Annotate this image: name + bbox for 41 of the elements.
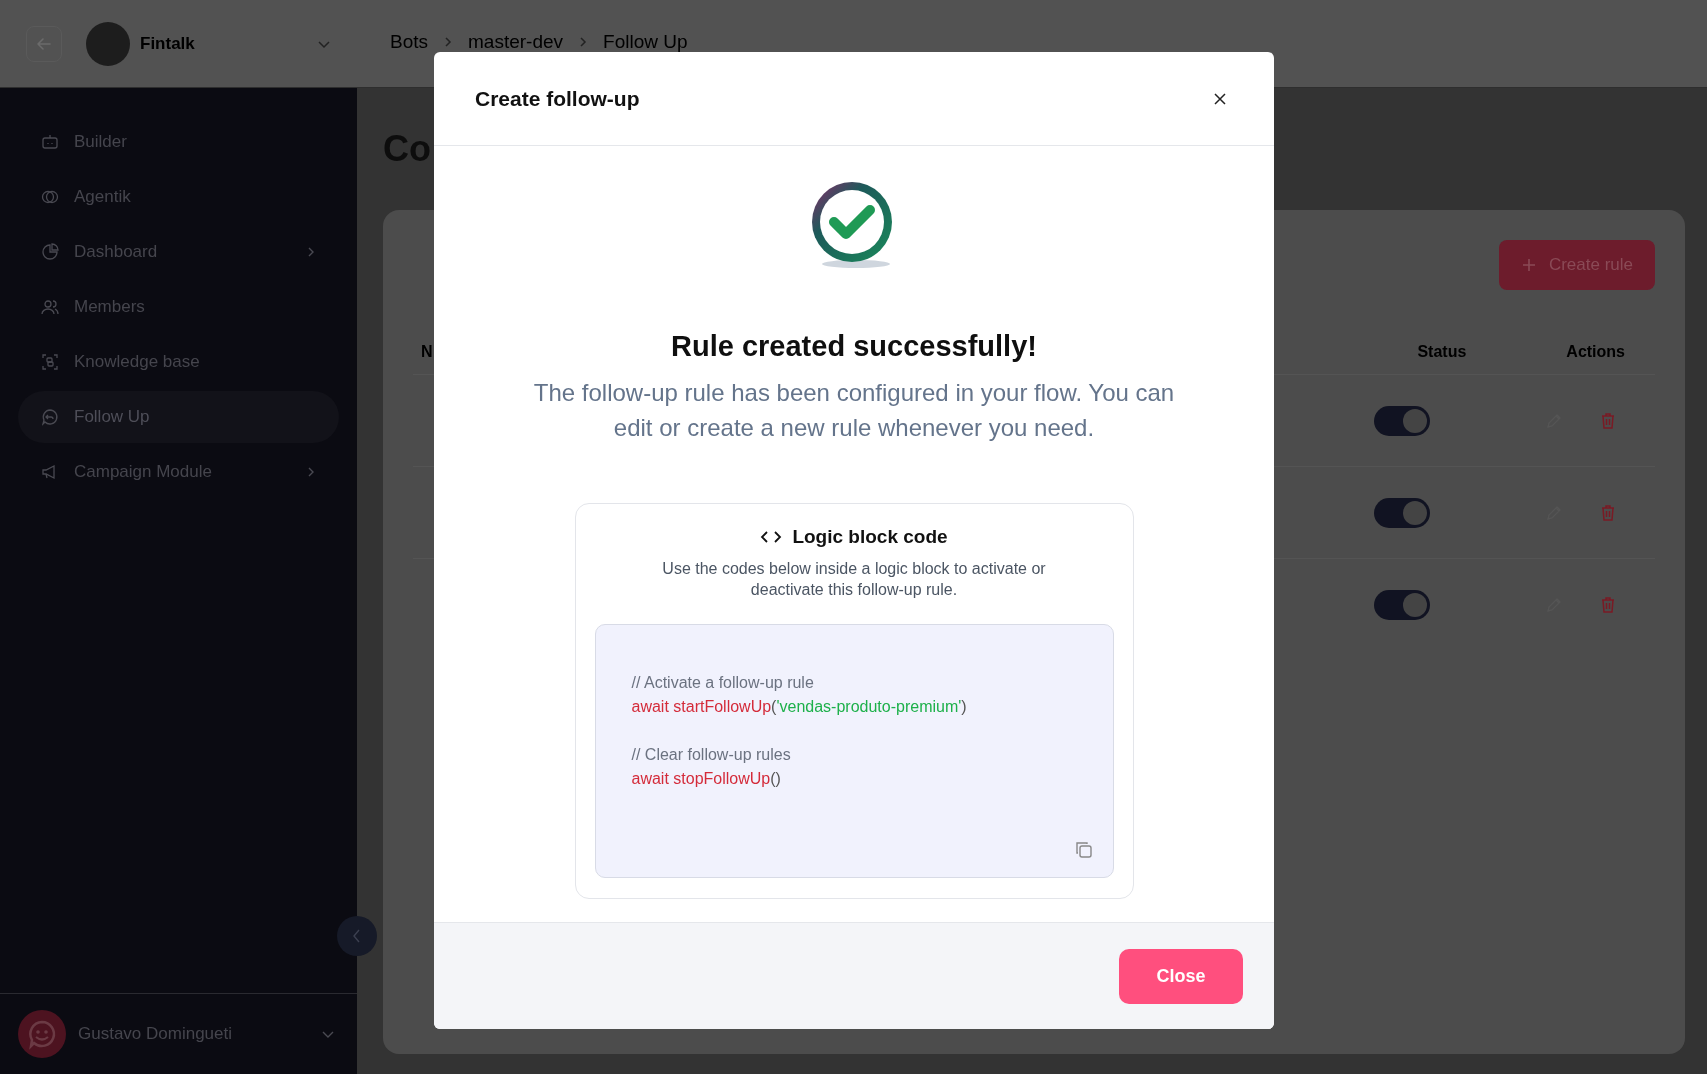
- robot-icon: [40, 132, 60, 152]
- back-button[interactable]: [26, 25, 62, 62]
- code-line: await stopFollowUp(): [631, 769, 782, 789]
- sidebar-item[interactable]: Knowledge base: [18, 336, 339, 388]
- workspace-selector[interactable]: Fintalk: [86, 21, 332, 66]
- sidebar-item[interactable]: Campaign Module: [18, 446, 339, 498]
- breadcrumb-link[interactable]: Bots: [390, 30, 429, 53]
- code-card-title: Logic block code: [792, 526, 948, 548]
- code-comment: // Activate a follow-up rule: [631, 673, 815, 693]
- column-header: N: [421, 343, 433, 361]
- user-menu[interactable]: Gustavo Domingueti: [0, 993, 357, 1074]
- breadcrumb-link[interactable]: master-dev: [468, 30, 564, 53]
- collapse-sidebar-button[interactable]: [337, 916, 377, 956]
- chat-bubble-icon: [40, 407, 60, 427]
- code-card-description: Use the codes below inside a logic block to activate or deactivate this follow-up rule.: [661, 559, 1047, 600]
- sidebar-item[interactable]: Follow Up: [18, 391, 339, 443]
- chat-logo-icon: [18, 1010, 66, 1058]
- column-header: Status: [1417, 343, 1467, 361]
- status-toggle[interactable]: [1374, 497, 1430, 528]
- sidebar-item[interactable]: Dashboard: [18, 226, 339, 278]
- code-comment: // Clear follow-up rules: [631, 745, 792, 765]
- status-toggle[interactable]: [1374, 589, 1430, 620]
- status-toggle[interactable]: [1374, 405, 1430, 436]
- breadcrumb-link[interactable]: Follow Up: [603, 30, 688, 53]
- success-message: The follow-up rule has been configured in your flow. You can edit or create a new rule whenever you need.: [532, 378, 1176, 443]
- close-icon: [1213, 91, 1227, 106]
- column-header: Actions: [1566, 343, 1625, 361]
- workspace-avatar: [86, 21, 130, 66]
- success-heading: Rule created successfully!: [671, 330, 1037, 363]
- close-button[interactable]: Close: [1119, 948, 1243, 1004]
- sidebar-item[interactable]: Members: [18, 281, 339, 333]
- pie-chart-icon: [40, 242, 60, 262]
- people-icon: [40, 297, 60, 317]
- code-line: await startFollowUp('vendas-produto-premium'): [631, 697, 968, 717]
- copy-icon: [1073, 840, 1094, 860]
- scan-icon: [40, 352, 60, 372]
- sidebar-item[interactable]: Builder: [18, 116, 339, 168]
- modal-title: Create follow-up: [475, 86, 640, 111]
- plus-icon: [1520, 257, 1537, 273]
- sidebar-item[interactable]: Agentik: [18, 171, 339, 223]
- code-icon: [760, 529, 783, 545]
